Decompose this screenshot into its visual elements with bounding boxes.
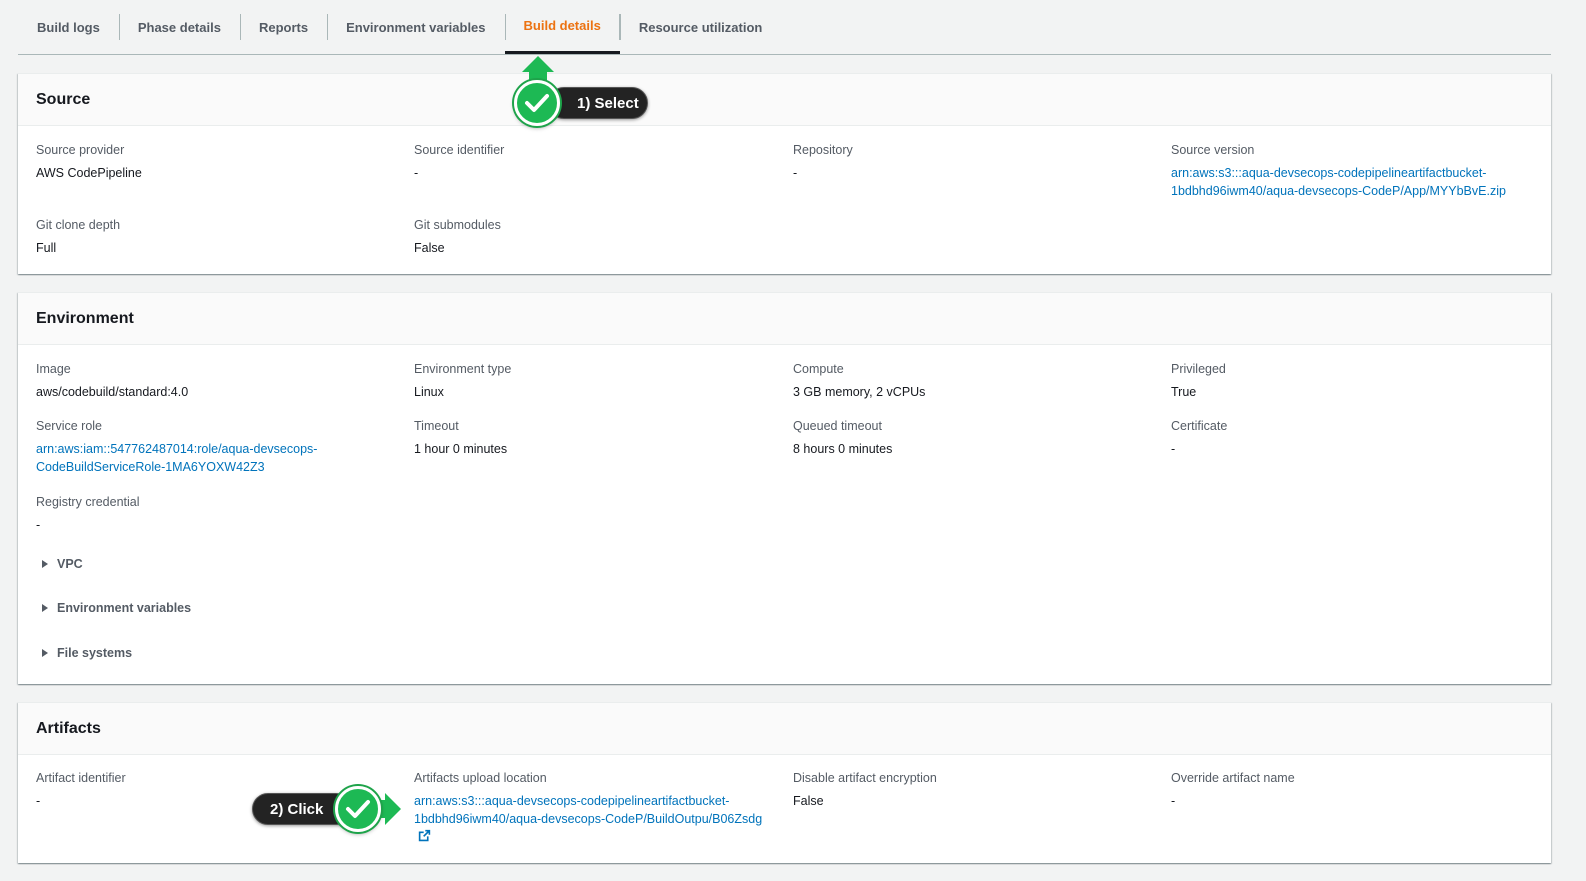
timeout-field: Timeout 1 hour 0 minutes — [414, 419, 508, 456]
callout-select-label: 1) Select — [548, 87, 648, 119]
repository-field: Repository - — [793, 143, 853, 180]
environment-panel: Environment Image aws/codebuild/standard… — [18, 292, 1551, 684]
check-icon — [335, 786, 381, 832]
tab-phase-details[interactable]: Phase details — [118, 0, 240, 54]
artifacts-panel: Artifacts Artifact identifier - Artifact… — [18, 702, 1551, 863]
source-version-field: Source version arn:aws:s3:::aqua-devseco… — [1171, 143, 1506, 200]
source-version-link[interactable]: arn:aws:s3:::aqua-devsecops-codepipeline… — [1171, 164, 1506, 200]
tab-bar: Build logs Phase details Reports Environ… — [18, 0, 1551, 55]
image-field: Image aws/codebuild/standard:4.0 — [36, 362, 189, 399]
environment-panel-title: Environment — [18, 293, 1551, 345]
artifact-identifier-field: Artifact identifier - — [36, 771, 126, 808]
check-icon — [514, 80, 560, 126]
artifacts-upload-location-link[interactable]: arn:aws:s3:::aqua-devsecops-codepipeline… — [414, 792, 762, 847]
callout-arrow-up-icon — [522, 56, 554, 72]
artifacts-upload-location-field: Artifacts upload location arn:aws:s3:::a… — [414, 770, 762, 847]
git-submodules-field: Git submodules False — [414, 218, 501, 255]
callout-arrow-right-icon — [385, 793, 401, 825]
compute-field: Compute 3 GB memory, 2 vCPUs — [793, 362, 926, 399]
tab-resource-utilization[interactable]: Resource utilization — [619, 0, 782, 54]
external-link-icon[interactable] — [418, 829, 762, 847]
source-provider-field: Source provider AWS CodePipeline — [36, 143, 142, 180]
tab-build-logs[interactable]: Build logs — [18, 0, 119, 54]
certificate-field: Certificate - — [1171, 419, 1228, 456]
disable-artifact-encryption-field: Disable artifact encryption False — [793, 771, 937, 808]
tab-reports[interactable]: Reports — [239, 0, 327, 54]
service-role-field: Service role arn:aws:iam::547762487014:r… — [36, 419, 318, 476]
caret-right-icon — [42, 604, 48, 612]
caret-right-icon — [42, 560, 48, 568]
override-artifact-name-field: Override artifact name - — [1171, 771, 1295, 808]
privileged-field: Privileged True — [1171, 362, 1226, 399]
tab-environment-variables[interactable]: Environment variables — [327, 0, 504, 54]
registry-credential-field: Registry credential - — [36, 495, 140, 532]
source-panel-title: Source — [18, 74, 1551, 126]
environment-type-field: Environment type Linux — [414, 362, 512, 399]
queued-timeout-field: Queued timeout 8 hours 0 minutes — [793, 419, 893, 456]
service-role-link[interactable]: arn:aws:iam::547762487014:role/aqua-devs… — [36, 440, 317, 476]
source-identifier-field: Source identifier - — [414, 143, 505, 180]
environment-variables-expander[interactable]: Environment variables — [36, 601, 191, 615]
git-clone-depth-field: Git clone depth Full — [36, 218, 121, 255]
caret-right-icon — [42, 649, 48, 657]
vpc-expander[interactable]: VPC — [36, 557, 83, 571]
file-systems-expander[interactable]: File systems — [36, 646, 132, 660]
tab-build-details[interactable]: Build details — [504, 0, 621, 54]
artifacts-panel-title: Artifacts — [18, 703, 1551, 755]
source-panel: Source Source provider AWS CodePipeline … — [18, 73, 1551, 274]
